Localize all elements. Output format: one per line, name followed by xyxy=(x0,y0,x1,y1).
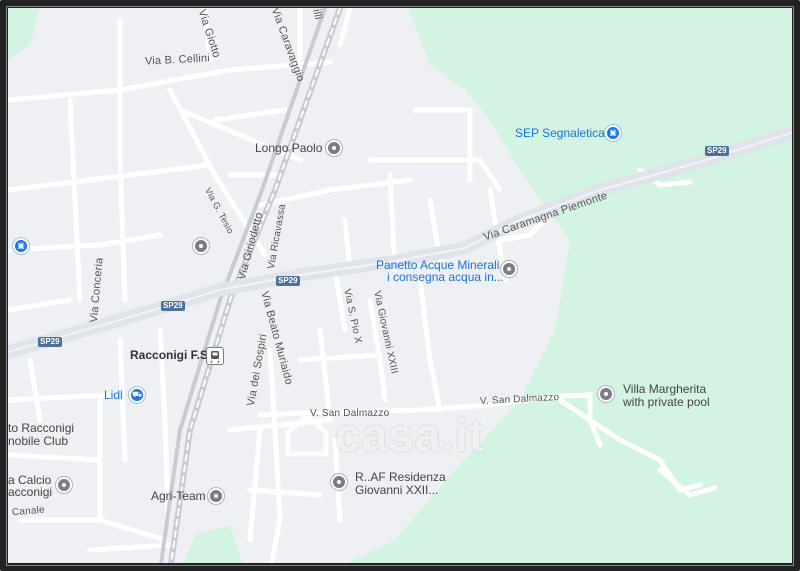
poi-label-racconigi-station[interactable]: Racconigi F.S. xyxy=(130,349,211,362)
poi-label-villa-line2[interactable]: with private pool xyxy=(623,396,710,409)
street-label-san-dalmazzo-west: V. San Dalmazzo xyxy=(310,408,390,419)
poi-label-calcio-line2[interactable]: acconigi xyxy=(8,486,52,499)
map-view[interactable]: casa.it Via Giotto Via Caravaggio illi V… xyxy=(0,0,800,571)
poi-label-sep-segnaletica[interactable]: SEP Segnaletica xyxy=(515,127,605,140)
school-icon[interactable] xyxy=(193,238,209,254)
train-station-icon[interactable] xyxy=(206,347,224,365)
poi-label-raf-line2[interactable]: Giovanni XXII... xyxy=(355,484,438,497)
shopping-bag-icon[interactable]: ▣ xyxy=(13,238,29,254)
place-pin-icon[interactable] xyxy=(208,488,224,504)
place-pin-icon[interactable] xyxy=(56,477,72,493)
poi-label-lidl[interactable]: Lidl xyxy=(104,389,123,402)
place-pin-icon[interactable] xyxy=(326,140,342,156)
place-pin-icon[interactable] xyxy=(501,261,517,277)
place-pin-icon[interactable] xyxy=(598,386,614,402)
shopping-bag-icon[interactable]: ▣ xyxy=(605,125,621,141)
place-pin-icon[interactable] xyxy=(331,474,347,490)
road-shield-sp29: SP29 xyxy=(38,337,62,347)
poi-label-agri-team[interactable]: Agri-Team xyxy=(151,490,206,503)
road-shield-sp29: SP29 xyxy=(276,276,300,286)
poi-label-moto-club-line2[interactable]: nobile Club xyxy=(8,435,68,448)
poi-label-panetto-line2[interactable]: i consegna acqua in... xyxy=(387,271,504,284)
shopping-cart-icon[interactable]: ⛟ xyxy=(129,387,145,403)
road-shield-sp29: SP29 xyxy=(705,146,729,156)
road-shield-sp29: SP29 xyxy=(161,301,185,311)
poi-label-longo-paolo[interactable]: Longo Paolo xyxy=(255,142,322,155)
